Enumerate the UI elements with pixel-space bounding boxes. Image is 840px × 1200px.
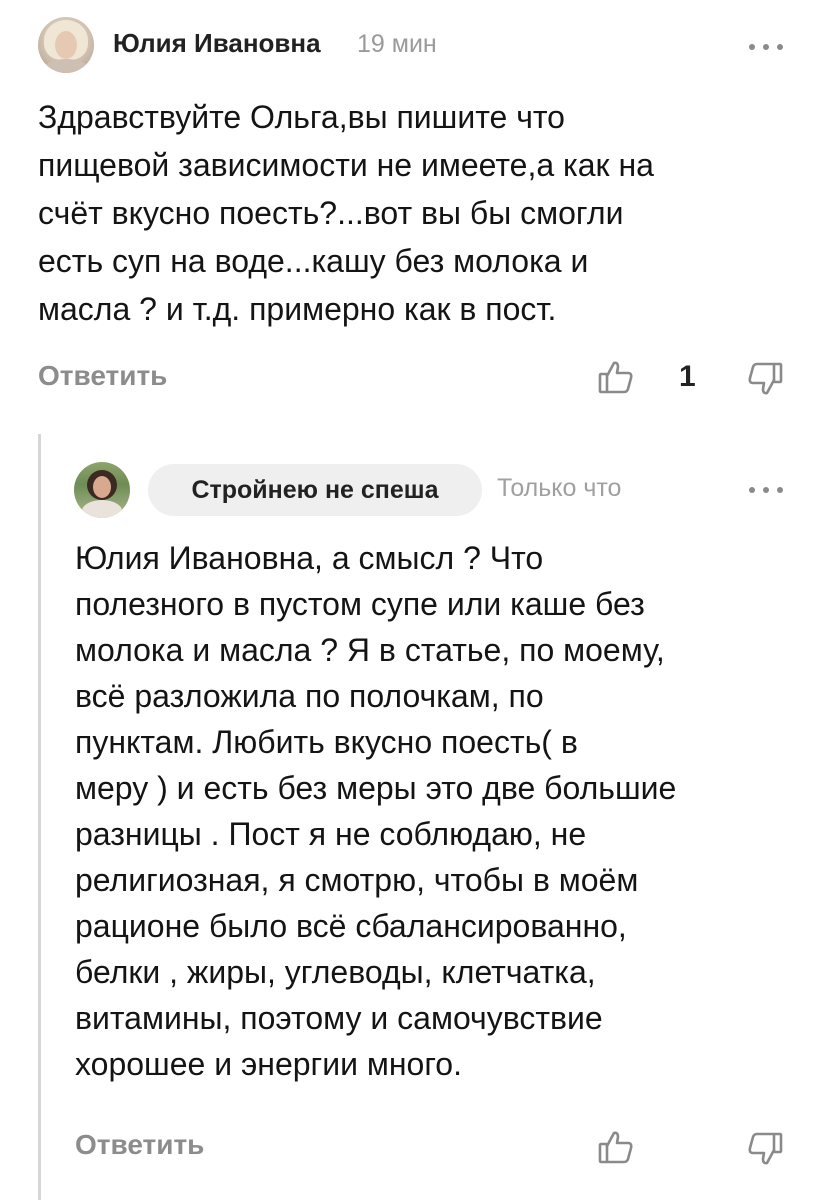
- thumbs-down-icon[interactable]: [746, 360, 784, 398]
- avatar-face: [55, 31, 77, 59]
- reply-author: Стройнею не спеша: [191, 475, 439, 504]
- more-horizontal-icon[interactable]: [749, 484, 783, 496]
- reply-button[interactable]: Ответить: [75, 1129, 204, 1161]
- more-dot: [763, 487, 769, 493]
- more-horizontal-icon[interactable]: [749, 41, 783, 53]
- reply-time: Только что: [497, 474, 622, 502]
- avatar-face: [93, 476, 111, 498]
- more-dot: [749, 487, 755, 493]
- avatar[interactable]: [74, 462, 130, 518]
- thumbs-down-icon[interactable]: [746, 1130, 784, 1168]
- reply-button[interactable]: Ответить: [38, 360, 167, 392]
- more-dot: [777, 487, 783, 493]
- likes-count: 1: [679, 360, 696, 393]
- thread-line: [38, 434, 41, 1200]
- thumbs-up-icon[interactable]: [597, 358, 635, 396]
- reply-text: Юлия Ивановна, а смысл ? Что полезного в…: [75, 540, 677, 1082]
- comment-time: 19 мин: [357, 30, 437, 58]
- more-dot: [777, 44, 783, 50]
- more-dot: [763, 44, 769, 50]
- avatar-shoulders: [82, 500, 122, 518]
- comment-text: Здравствуйте Ольга,вы пишите что пищевой…: [38, 99, 654, 327]
- avatar-shoulders: [42, 59, 90, 73]
- thumbs-up-icon[interactable]: [597, 1128, 635, 1166]
- more-dot: [749, 44, 755, 50]
- comment-author[interactable]: Юлия Ивановна: [113, 28, 321, 59]
- author-badge[interactable]: Стройнею не спеша: [148, 464, 482, 516]
- avatar[interactable]: [38, 17, 94, 73]
